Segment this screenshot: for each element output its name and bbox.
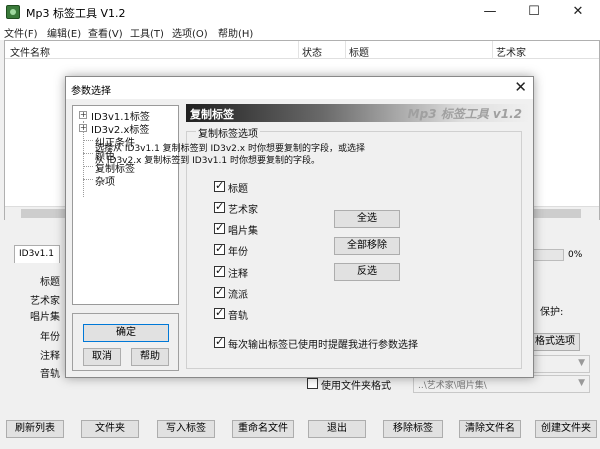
expand-icon[interactable]: + bbox=[79, 111, 87, 119]
column-artist[interactable]: 艺术家 bbox=[496, 44, 526, 59]
maximize-button[interactable]: ☐ bbox=[512, 0, 556, 24]
field-year-label: 年份 bbox=[228, 247, 248, 258]
menu-options[interactable]: 选项(O) bbox=[172, 25, 208, 40]
close-button[interactable]: ✕ bbox=[556, 0, 600, 24]
tab-id3v1[interactable]: ID3v1.1 bbox=[14, 245, 60, 263]
expand-icon[interactable]: + bbox=[79, 124, 87, 132]
label-track: 音轨 bbox=[40, 369, 60, 380]
menu-view[interactable]: 查看(V) bbox=[88, 25, 123, 40]
group-title: 复制标签选项 bbox=[196, 125, 260, 140]
window-title: Mp3 标签工具 V1.2 bbox=[26, 7, 126, 20]
field-title-checkbox[interactable] bbox=[214, 179, 225, 192]
label-year: 年份 bbox=[40, 332, 60, 343]
field-genre-label: 流派 bbox=[228, 290, 248, 301]
tree-item-misc[interactable]: 杂项 bbox=[95, 173, 115, 188]
remove-all-button[interactable]: 全部移除 bbox=[334, 237, 400, 255]
dialog-title: 参数选择 bbox=[71, 86, 111, 97]
menu-help[interactable]: 帮助(H) bbox=[218, 25, 253, 40]
folder-button[interactable]: 文件夹 bbox=[81, 420, 139, 438]
format-options-button[interactable]: 格式选项 bbox=[530, 333, 580, 351]
help-button[interactable]: 帮助 bbox=[131, 348, 169, 366]
tree-guide-line bbox=[83, 179, 93, 180]
menu-bar: 文件(F) 编辑(E) 查看(V) 工具(T) 选项(O) 帮助(H) bbox=[0, 24, 600, 40]
chevron-down-icon: ▼ bbox=[578, 378, 585, 388]
use-folder-format-label: 使用文件夹格式 bbox=[321, 381, 391, 392]
preferences-tree[interactable]: + ID3v1.1标签 + ID3v2.x标签 纠正条件 颜色 复制标签 杂项 bbox=[72, 105, 179, 305]
create-folder-button[interactable]: 创建文件夹 bbox=[535, 420, 597, 438]
label-artist: 艺术家 bbox=[30, 296, 60, 307]
protect-label: 保护: bbox=[540, 307, 564, 318]
field-genre-checkbox[interactable] bbox=[214, 285, 225, 298]
column-separator[interactable] bbox=[345, 41, 346, 59]
remove-tag-button[interactable]: 移除标签 bbox=[383, 420, 443, 438]
banner-title: 复制标签 bbox=[190, 108, 234, 121]
label-comment: 注释 bbox=[40, 351, 60, 362]
menu-edit[interactable]: 编辑(E) bbox=[47, 25, 81, 40]
field-album-label: 唱片集 bbox=[228, 226, 258, 237]
tree-guide-line bbox=[83, 166, 93, 167]
write-tag-button[interactable]: 写入标签 bbox=[157, 420, 215, 438]
ok-button[interactable]: 确定 bbox=[83, 324, 169, 342]
dialog-title-bar: 参数选择 ✕ bbox=[66, 77, 533, 99]
invert-selection-button[interactable]: 反选 bbox=[334, 263, 400, 281]
prompt-checkbox[interactable] bbox=[214, 335, 225, 348]
field-track-checkbox[interactable] bbox=[214, 306, 225, 319]
field-album-checkbox[interactable] bbox=[214, 221, 225, 234]
menu-file[interactable]: 文件(F) bbox=[4, 25, 38, 40]
select-all-button[interactable]: 全选 bbox=[334, 210, 400, 228]
tree-guide-line bbox=[83, 140, 93, 141]
section-banner: 复制标签 Mp3 标签工具 v1.2 bbox=[186, 104, 530, 122]
refresh-list-button[interactable]: 刷新列表 bbox=[6, 420, 64, 438]
rename-file-button[interactable]: 重命名文件 bbox=[232, 420, 294, 438]
copy-description: 选择从 ID3v1.1 复制标签到 ID3v2.x 时你想要复制的字段，或选择从… bbox=[95, 144, 365, 166]
app-icon bbox=[6, 5, 20, 19]
field-comment-checkbox[interactable] bbox=[214, 264, 225, 277]
field-artist-checkbox[interactable] bbox=[214, 200, 225, 213]
field-artist-label: 艺术家 bbox=[228, 205, 258, 216]
format-select[interactable]: ▼ bbox=[530, 355, 590, 373]
field-title-label: 标题 bbox=[228, 184, 248, 195]
dialog-button-group: 确定 取消 帮助 bbox=[72, 313, 179, 371]
menu-tools[interactable]: 工具(T) bbox=[130, 25, 164, 40]
clear-filename-button[interactable]: 清除文件名 bbox=[459, 420, 521, 438]
minimize-button[interactable]: — bbox=[468, 0, 512, 24]
label-title: 标题 bbox=[40, 277, 60, 288]
folder-format-value: ..\艺术家\唱片集\ bbox=[418, 381, 487, 391]
tree-guide-line bbox=[83, 121, 84, 197]
progress-percent: 0% bbox=[568, 250, 583, 260]
label-album: 唱片集 bbox=[30, 312, 60, 323]
title-bar: Mp3 标签工具 V1.2 — ☐ ✕ bbox=[0, 0, 600, 24]
column-status[interactable]: 状态 bbox=[302, 44, 322, 59]
column-filename[interactable]: 文件名称 bbox=[10, 44, 50, 59]
preferences-dialog: 参数选择 ✕ + ID3v1.1标签 + ID3v2.x标签 纠正条件 颜色 复… bbox=[65, 76, 534, 378]
banner-brand: Mp3 标签工具 v1.2 bbox=[407, 107, 522, 121]
column-separator[interactable] bbox=[298, 41, 299, 59]
cancel-button[interactable]: 取消 bbox=[83, 348, 121, 366]
use-folder-format-checkbox[interactable] bbox=[307, 378, 318, 389]
column-separator[interactable] bbox=[492, 41, 493, 59]
field-year-checkbox[interactable] bbox=[214, 242, 225, 255]
dialog-close-icon[interactable]: ✕ bbox=[514, 78, 527, 96]
file-list-header: 文件名称 状态 标题 艺术家 bbox=[5, 41, 599, 59]
column-title[interactable]: 标题 bbox=[349, 44, 369, 59]
prompt-label: 每次输出标签已使用时提醒我进行参数选择 bbox=[228, 340, 418, 351]
tree-guide-line bbox=[83, 153, 93, 154]
field-comment-label: 注释 bbox=[228, 269, 248, 280]
field-track-label: 音轨 bbox=[228, 311, 248, 322]
exit-button[interactable]: 退出 bbox=[308, 420, 366, 438]
chevron-down-icon: ▼ bbox=[578, 358, 585, 368]
